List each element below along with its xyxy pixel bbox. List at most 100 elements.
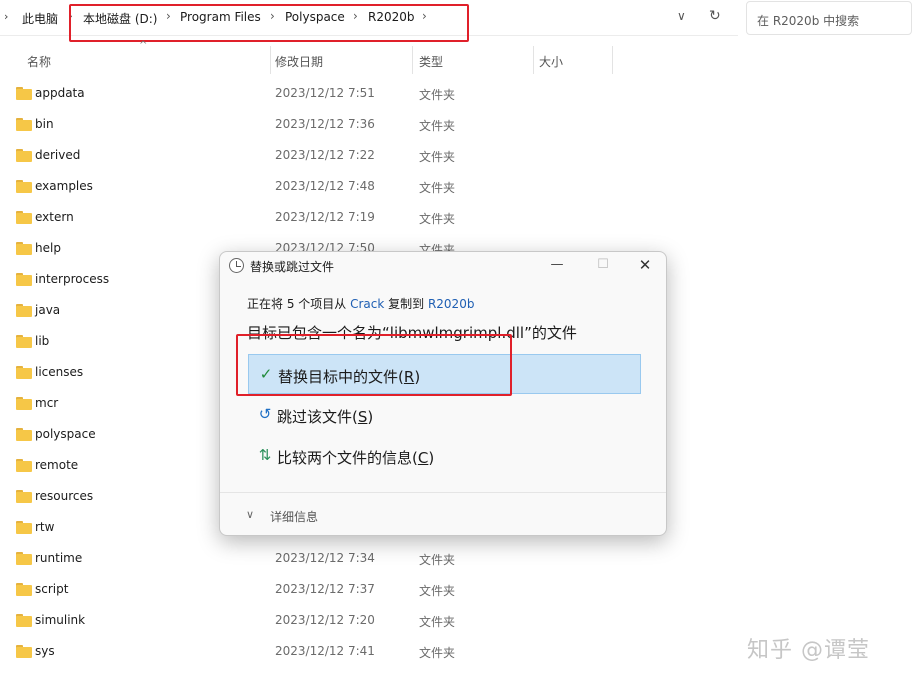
info-prefix: 正在将 5 个项目从 <box>247 297 351 311</box>
list-item[interactable]: derived 2023/12/12 7:22 文件夹 <box>0 140 912 171</box>
list-item[interactable]: script 2023/12/12 7:37 文件夹 <box>0 574 912 605</box>
folder-icon <box>16 521 32 534</box>
folder-icon <box>16 304 32 317</box>
option-highlight-box <box>236 334 512 396</box>
file-type: 文件夹 <box>419 615 456 629</box>
refresh-icon[interactable]: ↻ <box>709 8 721 24</box>
column-header-type[interactable]: 类型 <box>419 53 443 70</box>
file-date: 2023/12/12 7:19 <box>275 210 375 224</box>
chevron-right-icon[interactable]: › <box>4 10 8 23</box>
sort-ascending-icon: ^ <box>139 40 148 51</box>
column-header-name[interactable]: 名称 <box>27 53 51 70</box>
column-divider[interactable] <box>533 46 534 74</box>
file-type: 文件夹 <box>419 181 456 195</box>
folder-icon <box>16 645 32 658</box>
file-name: java <box>35 303 61 317</box>
file-date: 2023/12/12 7:51 <box>275 86 375 100</box>
column-header-size[interactable]: 大小 <box>539 53 563 70</box>
search-placeholder: 在 R2020b 中搜索 <box>757 14 860 28</box>
source-folder-link[interactable]: Crack <box>350 297 384 311</box>
file-name: lib <box>35 334 50 348</box>
folder-icon <box>16 180 32 193</box>
folder-icon <box>16 87 32 100</box>
chevron-down-icon: ∨ <box>246 508 255 521</box>
file-type: 文件夹 <box>419 150 456 164</box>
folder-icon <box>16 397 32 410</box>
folder-icon <box>16 614 32 627</box>
search-input[interactable]: 在 R2020b 中搜索 <box>746 1 912 35</box>
file-name: runtime <box>35 551 83 565</box>
file-date: 2023/12/12 7:22 <box>275 148 375 162</box>
column-divider[interactable] <box>270 46 271 74</box>
file-date: 2023/12/12 7:41 <box>275 644 375 658</box>
file-name: rtw <box>35 520 55 534</box>
info-middle: 复制到 <box>384 297 428 311</box>
dialog-title: 替换或跳过文件 <box>250 260 335 274</box>
list-item[interactable]: extern 2023/12/12 7:19 文件夹 <box>0 202 912 233</box>
column-divider[interactable] <box>412 46 413 74</box>
file-name: polyspace <box>35 427 96 441</box>
file-name: appdata <box>35 86 85 100</box>
folder-icon <box>16 211 32 224</box>
file-name: examples <box>35 179 93 193</box>
folder-icon <box>16 149 32 162</box>
folder-icon <box>16 428 32 441</box>
folder-icon <box>16 335 32 348</box>
file-date: 2023/12/12 7:37 <box>275 582 375 596</box>
compare-files-option[interactable]: ⇅ 比较两个文件的信息(C) <box>248 436 641 476</box>
dialog-divider <box>220 492 666 493</box>
folder-icon <box>16 459 32 472</box>
skip-file-option[interactable]: ↺ 跳过该文件(S) <box>248 395 641 435</box>
file-name: licenses <box>35 365 84 379</box>
maximize-button[interactable]: ☐ <box>590 254 616 276</box>
breadcrumb-this-pc[interactable]: 此电脑 <box>22 10 58 27</box>
folder-icon <box>16 490 32 503</box>
file-date: 2023/12/12 7:36 <box>275 117 375 131</box>
more-details-toggle[interactable]: ∨ 详细信息 <box>246 508 319 525</box>
file-date: 2023/12/12 7:34 <box>275 551 375 565</box>
option-label: 比较两个文件的信息(C) <box>277 449 435 467</box>
replace-or-skip-dialog: 替换或跳过文件 — ☐ ✕ 正在将 5 个项目从 Crack 复制到 R2020… <box>219 251 667 536</box>
option-label: 跳过该文件(S) <box>277 408 374 426</box>
file-name: script <box>35 582 69 596</box>
folder-icon <box>16 583 32 596</box>
file-type: 文件夹 <box>419 584 456 598</box>
list-item[interactable]: runtime 2023/12/12 7:34 文件夹 <box>0 543 912 574</box>
column-divider[interactable] <box>612 46 613 74</box>
copy-progress-info: 正在将 5 个项目从 Crack 复制到 R2020b <box>247 295 474 312</box>
file-name: simulink <box>35 613 86 627</box>
close-button[interactable]: ✕ <box>632 254 658 276</box>
folder-icon <box>16 242 32 255</box>
list-item[interactable]: appdata 2023/12/12 7:51 文件夹 <box>0 78 912 109</box>
file-name: bin <box>35 117 54 131</box>
file-type: 文件夹 <box>419 119 456 133</box>
skip-arrow-icon: ↺ <box>258 405 272 423</box>
file-name: interprocess <box>35 272 110 286</box>
folder-icon <box>16 273 32 286</box>
destination-folder-link[interactable]: R2020b <box>428 297 475 311</box>
file-name: resources <box>35 489 94 503</box>
compare-icon: ⇅ <box>258 446 272 464</box>
folder-icon <box>16 366 32 379</box>
file-date: 2023/12/12 7:20 <box>275 613 375 627</box>
folder-icon <box>16 552 32 565</box>
minimize-button[interactable]: — <box>544 254 570 276</box>
file-name: remote <box>35 458 79 472</box>
file-type: 文件夹 <box>419 88 456 102</box>
column-header-date[interactable]: 修改日期 <box>275 53 323 70</box>
file-type: 文件夹 <box>419 212 456 226</box>
file-name: extern <box>35 210 74 224</box>
watermark: 知乎 @谭莹 <box>747 638 870 663</box>
chevron-down-icon[interactable]: ∨ <box>677 9 686 23</box>
list-item[interactable]: bin 2023/12/12 7:36 文件夹 <box>0 109 912 140</box>
file-date: 2023/12/12 7:48 <box>275 179 375 193</box>
list-item[interactable]: examples 2023/12/12 7:48 文件夹 <box>0 171 912 202</box>
file-name: mcr <box>35 396 59 410</box>
clock-icon <box>229 258 244 273</box>
file-name: sys <box>35 644 55 658</box>
file-type: 文件夹 <box>419 553 456 567</box>
file-name: derived <box>35 148 81 162</box>
folder-icon <box>16 118 32 131</box>
details-label: 详细信息 <box>270 510 319 524</box>
address-highlight-box <box>69 4 469 42</box>
